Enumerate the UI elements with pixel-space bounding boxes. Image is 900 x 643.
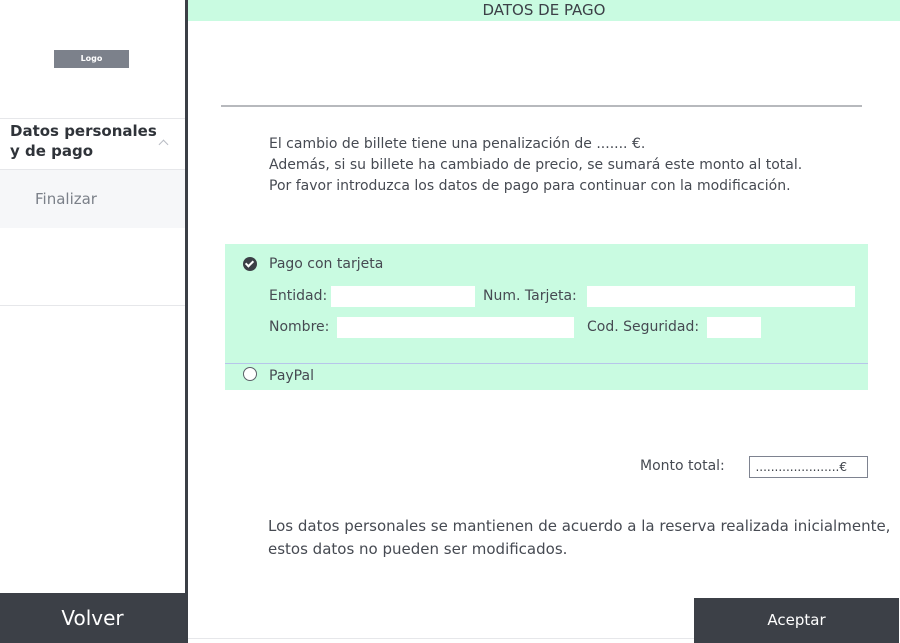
sidebar-item-label: Datos personales y de pago — [10, 122, 157, 160]
page-header: DATOS DE PAGO — [188, 0, 900, 21]
sidebar-item-label: Finalizar — [35, 190, 97, 208]
sidebar-item-finalizar[interactable]: Finalizar — [0, 170, 185, 228]
check-circle-icon[interactable] — [243, 257, 257, 271]
nombre-input[interactable] — [337, 317, 574, 338]
card-number-input[interactable] — [587, 286, 855, 307]
sidebar-border — [185, 0, 188, 643]
entidad-label: Entidad: — [269, 288, 328, 304]
card-payment-label[interactable]: Pago con tarjeta — [269, 256, 383, 272]
paypal-label[interactable]: PayPal — [269, 368, 314, 384]
logo: Logo — [54, 50, 129, 68]
penalty-message: El cambio de billete tiene una penalizac… — [269, 136, 803, 194]
total-amount: ......................€ — [749, 456, 868, 478]
sidebar: Logo Datos personales y de pago Finaliza… — [0, 0, 185, 643]
paypal-radio[interactable] — [243, 367, 257, 381]
back-button[interactable]: Volver — [0, 593, 185, 643]
cod-seguridad-label: Cod. Seguridad: — [587, 319, 700, 335]
num-tarjeta-label: Num. Tarjeta: — [483, 288, 577, 304]
security-code-input[interactable] — [707, 317, 761, 338]
section-divider — [221, 105, 862, 107]
sidebar-item-datos-personales[interactable]: Datos personales y de pago — [0, 119, 185, 169]
footer-divider — [188, 638, 694, 639]
page-title: DATOS DE PAGO — [482, 1, 606, 19]
payment-option-divider — [225, 363, 868, 364]
accept-button[interactable]: Aceptar — [694, 598, 899, 643]
total-label: Monto total: — [640, 458, 725, 474]
entidad-input[interactable] — [331, 286, 475, 307]
chevron-up-icon — [158, 139, 169, 150]
sidebar-divider — [0, 305, 185, 306]
personal-data-note: Los datos personales se mantienen de acu… — [268, 517, 891, 558]
nombre-label: Nombre: — [269, 319, 330, 335]
